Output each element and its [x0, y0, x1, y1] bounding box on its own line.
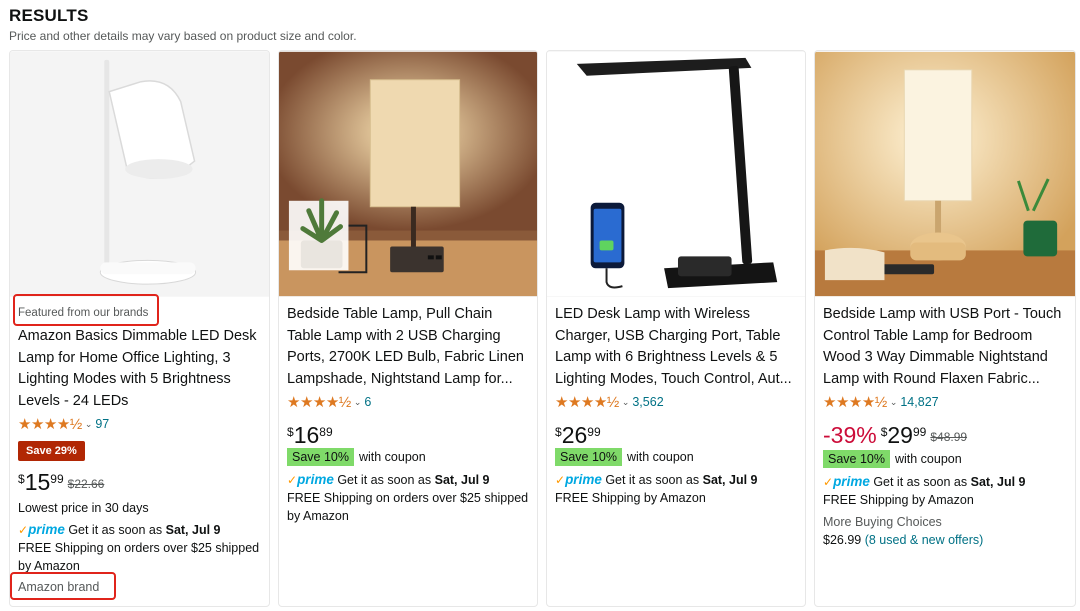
product-title[interactable]: Amazon Basics Dimmable LED Desk Lamp for… — [18, 326, 261, 412]
offers-row: $26.99 (8 used & new offers) — [823, 531, 1067, 549]
prime-check-icon: ✓ — [823, 475, 834, 489]
star-rating-icon[interactable]: ★★★★½ — [18, 417, 82, 432]
rating-row[interactable]: ★★★★½ ⌄ 14,827 — [823, 393, 1067, 411]
shipping-info: FREE Shipping by Amazon — [555, 491, 706, 505]
black-desk-lamp-wireless-charger-image — [547, 51, 805, 297]
coupon-row[interactable]: Save 10% with coupon — [823, 450, 1067, 468]
product-card[interactable]: LED Desk Lamp with Wireless Charger, USB… — [546, 50, 806, 607]
prime-check-icon: ✓ — [287, 473, 298, 487]
chevron-down-icon[interactable]: ⌄ — [890, 397, 898, 408]
rating-row[interactable]: ★★★★½ ⌄ 3,562 — [555, 393, 797, 411]
results-header: RESULTS Price and other details may vary… — [9, 6, 357, 43]
coupon-row[interactable]: Save 10% with coupon — [287, 448, 529, 466]
product-card[interactable]: Bedside Table Lamp, Pull Chain Table Lam… — [278, 50, 538, 607]
product-image[interactable] — [10, 51, 269, 297]
price[interactable]: -39% $ 29 99 $48.99 — [823, 423, 1067, 447]
coupon-badge[interactable]: Save 10% — [823, 450, 890, 468]
price[interactable]: $ 16 89 — [287, 423, 529, 447]
product-card[interactable]: Bedside Lamp with USB Port - Touch Contr… — [814, 50, 1076, 607]
review-count[interactable]: 14,827 — [900, 395, 938, 409]
coupon-badge[interactable]: Save 10% — [555, 448, 622, 466]
prime-check-icon: ✓ — [18, 523, 29, 537]
delivery-info: ✓prime Get it as soon as Sat, Jul 9 — [18, 522, 221, 537]
product-image[interactable] — [279, 51, 537, 297]
list-price: $22.66 — [67, 477, 105, 491]
star-rating-icon[interactable]: ★★★★½ — [823, 395, 887, 410]
linen-table-lamp-image — [279, 51, 537, 297]
featured-brand-label: Featured from our brands — [18, 307, 149, 319]
rating-row[interactable]: ★★★★½ ⌄ 97 — [18, 415, 261, 433]
lowest-price-note: Lowest price in 30 days — [18, 501, 149, 515]
product-title[interactable]: Bedside Lamp with USB Port - Touch Contr… — [823, 304, 1067, 390]
offer-price: $26.99 — [823, 533, 862, 547]
white-desk-lamp-image — [10, 51, 269, 297]
coupon-row[interactable]: Save 10% with coupon — [555, 448, 797, 466]
price[interactable]: $ 15 99 $22.66 — [18, 470, 261, 494]
product-title[interactable]: Bedside Table Lamp, Pull Chain Table Lam… — [287, 304, 529, 390]
chevron-down-icon[interactable]: ⌄ — [85, 419, 93, 430]
delivery-info: ✓prime Get it as soon as Sat, Jul 9 — [823, 474, 1026, 489]
shipping-info: FREE Shipping on orders over $25 shipped… — [18, 541, 260, 573]
product-title[interactable]: LED Desk Lamp with Wireless Charger, USB… — [555, 304, 797, 390]
wood-bedside-lamp-image — [815, 51, 1075, 297]
rating-row[interactable]: ★★★★½ ⌄ 6 — [287, 393, 529, 411]
delivery-info: ✓prime Get it as soon as Sat, Jul 9 — [287, 472, 490, 487]
product-image[interactable] — [815, 51, 1075, 297]
save-badge: Save 29% — [18, 441, 85, 461]
prime-logo: ✓prime — [823, 474, 870, 489]
list-price: $48.99 — [930, 430, 968, 444]
coupon-badge[interactable]: Save 10% — [287, 448, 354, 466]
shipping-info: FREE Shipping on orders over $25 shipped… — [287, 491, 529, 523]
more-buying-choices: More Buying Choices — [823, 515, 942, 529]
chevron-down-icon[interactable]: ⌄ — [354, 397, 362, 408]
prime-logo: ✓prime — [555, 472, 602, 487]
shipping-info: FREE Shipping by Amazon — [823, 493, 974, 507]
product-image[interactable] — [547, 51, 805, 297]
delivery-info: ✓prime Get it as soon as Sat, Jul 9 — [555, 472, 758, 487]
amazon-brand-label: Amazon brand — [18, 580, 100, 594]
review-count[interactable]: 6 — [364, 395, 371, 409]
discount-percent: -39% — [823, 422, 877, 448]
chevron-down-icon[interactable]: ⌄ — [622, 397, 630, 408]
product-card[interactable]: Featured from our brands Amazon Basics D… — [9, 50, 270, 607]
review-count[interactable]: 3,562 — [632, 395, 663, 409]
prime-check-icon: ✓ — [555, 473, 566, 487]
star-rating-icon[interactable]: ★★★★½ — [287, 395, 351, 410]
offers-link[interactable]: (8 used & new offers) — [865, 533, 984, 547]
prime-logo: ✓prime — [287, 472, 334, 487]
price[interactable]: $ 26 99 — [555, 423, 797, 447]
prime-logo: ✓prime — [18, 522, 65, 537]
results-disclaimer: Price and other details may vary based o… — [9, 29, 357, 43]
review-count[interactable]: 97 — [95, 417, 109, 431]
star-rating-icon[interactable]: ★★★★½ — [555, 395, 619, 410]
results-title: RESULTS — [9, 6, 89, 25]
